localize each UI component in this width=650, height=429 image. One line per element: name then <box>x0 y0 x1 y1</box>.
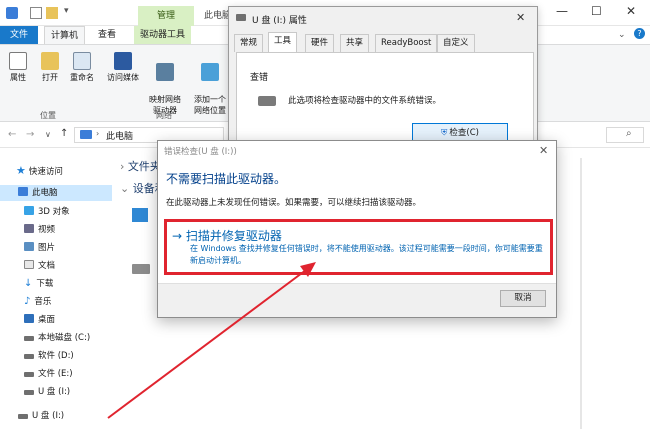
annotation-arrow-icon <box>107 262 316 419</box>
